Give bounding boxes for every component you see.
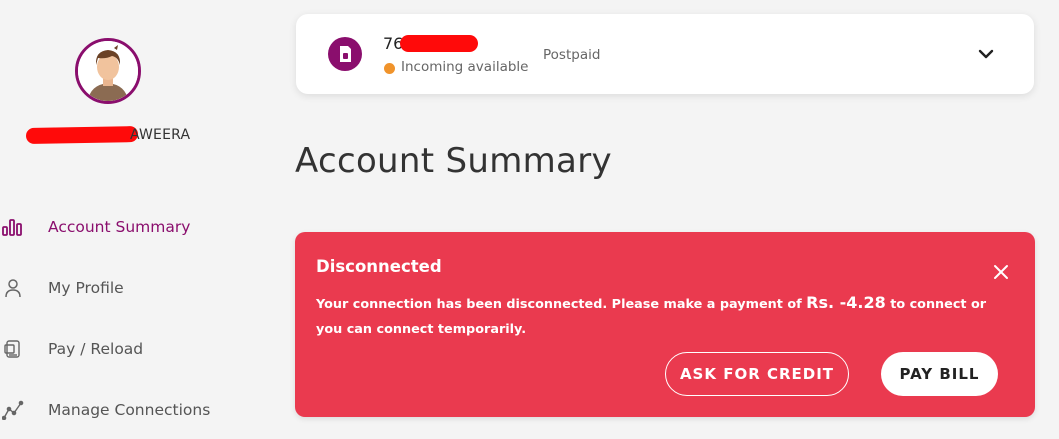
alert-title: Disconnected <box>316 257 442 276</box>
disconnected-alert: Disconnected Your connection has been di… <box>295 232 1035 417</box>
alert-message-text: Your connection has been disconnected. P… <box>316 297 807 312</box>
sidebar-item-manage-connections[interactable]: Manage Connections <box>0 390 260 430</box>
sidebar-item-account-summary[interactable]: Account Summary <box>0 207 260 247</box>
sim-card-icon <box>328 37 362 71</box>
close-icon[interactable] <box>992 263 1010 281</box>
connection-card[interactable]: 76 Incoming available Postpaid <box>296 14 1034 94</box>
alert-message: Your connection has been disconnected. P… <box>316 290 1016 342</box>
sidebar-item-pay-reload[interactable]: Pay / Reload <box>0 329 260 369</box>
sidebar-item-label: Account Summary <box>48 218 191 236</box>
sidebar-item-label: Pay / Reload <box>48 340 144 358</box>
sidebar: AWEERA Account Summary My Profile Pay / … <box>0 0 260 439</box>
sidebar-item-label: Manage Connections <box>48 401 211 419</box>
avatar-image <box>78 41 138 101</box>
redaction-mark <box>400 35 478 52</box>
redaction-mark <box>25 126 139 144</box>
connections-icon <box>0 397 26 423</box>
user-name: AWEERA <box>130 127 191 143</box>
ask-for-credit-button[interactable]: ASK FOR CREDIT <box>665 352 849 396</box>
connection-status: Incoming available <box>401 59 529 75</box>
alert-amount: Rs. -4.28 <box>806 293 886 312</box>
page-title: Account Summary <box>295 141 612 181</box>
bar-chart-icon <box>0 214 26 240</box>
pay-bill-button[interactable]: PAY BILL <box>881 352 998 396</box>
wallet-icon <box>0 336 26 362</box>
chevron-down-icon[interactable] <box>976 44 996 64</box>
sidebar-item-my-profile[interactable]: My Profile <box>0 268 260 308</box>
user-icon <box>0 275 26 301</box>
avatar[interactable] <box>75 38 141 104</box>
status-dot <box>384 63 395 74</box>
plan-type: Postpaid <box>543 47 601 63</box>
sidebar-item-label: My Profile <box>48 279 124 297</box>
